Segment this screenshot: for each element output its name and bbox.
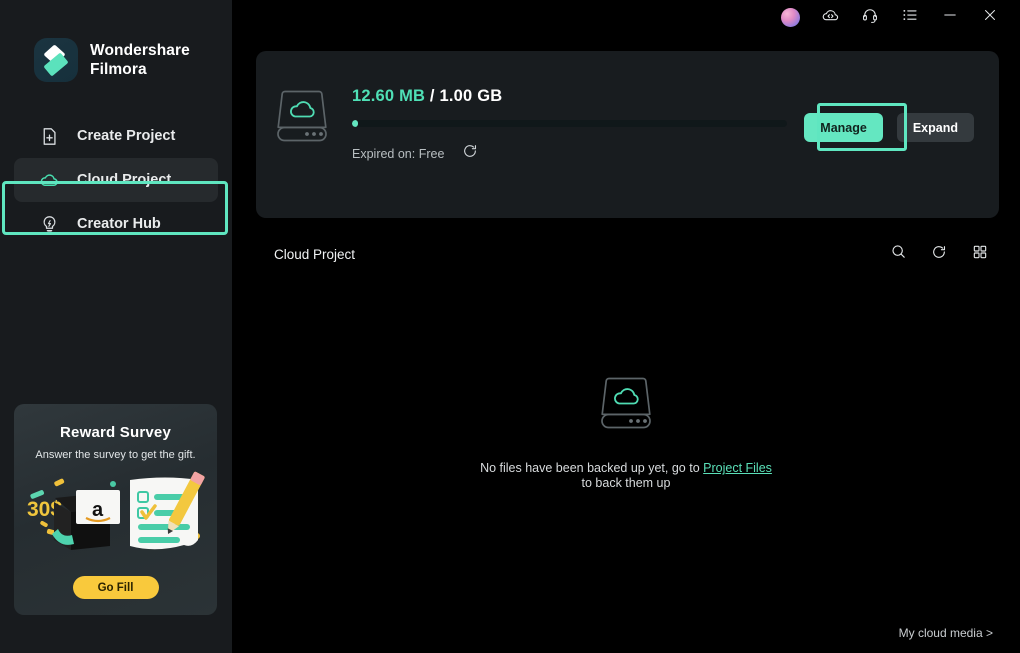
sidebar-item-creator-hub[interactable]: Creator Hub [14, 202, 218, 246]
list-menu-icon [901, 6, 919, 29]
refresh-icon[interactable] [462, 143, 478, 164]
lightbulb-bolt-icon [39, 214, 60, 235]
support-button[interactable] [850, 0, 890, 34]
grid-view-icon [972, 244, 988, 265]
cloud-drive-icon [273, 85, 331, 152]
storage-actions: Manage Expand [804, 113, 974, 142]
user-avatar-button[interactable] [770, 0, 810, 34]
search-icon [890, 243, 907, 265]
promo-subtitle: Answer the survey to get the gift. [35, 449, 196, 461]
storage-card: 12.60 MB / 1.00 GB Expired on: Free Mana… [256, 51, 999, 218]
section-toolbar [888, 244, 990, 264]
storage-amount: 12.60 MB / 1.00 GB [352, 87, 792, 106]
headset-support-icon [861, 6, 879, 29]
sidebar: Wondershare Filmora Create Project Cloud… [0, 0, 232, 653]
storage-progress-fill [352, 120, 358, 127]
my-cloud-media-link[interactable]: My cloud media > [899, 626, 993, 640]
main-content: 12.60 MB / 1.00 GB Expired on: Free Mana… [232, 0, 1020, 653]
storage-separator: / [425, 87, 440, 105]
empty-state: No files have been backed up yet, go to … [232, 372, 1020, 491]
minimize-button[interactable] [930, 0, 970, 34]
section-header: Cloud Project [274, 244, 990, 264]
cloud-download-icon [821, 5, 840, 29]
cloud-icon [39, 170, 60, 191]
cloud-drive-icon [597, 372, 655, 439]
sidebar-item-cloud-project[interactable]: Cloud Project [14, 158, 218, 202]
app-window: Wondershare Filmora Create Project Cloud… [0, 0, 1020, 653]
close-button[interactable] [970, 0, 1010, 34]
refresh-button[interactable] [929, 244, 949, 264]
empty-state-line2: to back them up [581, 476, 671, 490]
cloud-download-button[interactable] [810, 0, 850, 34]
new-document-plus-icon [39, 126, 60, 147]
storage-used-value: 12.60 MB [352, 87, 426, 105]
user-avatar [780, 7, 800, 27]
minimize-icon [941, 6, 959, 29]
gift-card-letter: a [92, 499, 104, 521]
page-title: Cloud Project [274, 246, 356, 262]
storage-total-value: 1.00 GB [439, 87, 503, 105]
menu-button[interactable] [890, 0, 930, 34]
close-icon [981, 6, 999, 29]
empty-state-text: No files have been backed up yet, go to … [480, 461, 772, 491]
sidebar-item-create-project[interactable]: Create Project [14, 114, 218, 158]
search-button[interactable] [888, 244, 908, 264]
project-files-link[interactable]: Project Files [703, 461, 772, 475]
storage-info: 12.60 MB / 1.00 GB Expired on: Free [352, 87, 792, 164]
brand: Wondershare Filmora [0, 0, 232, 82]
reward-survey-card[interactable]: Reward Survey Answer the survey to get t… [14, 404, 217, 615]
titlebar [232, 0, 1020, 34]
go-fill-button[interactable]: Go Fill [72, 576, 159, 599]
expand-button[interactable]: Expand [896, 113, 974, 142]
promo-illustration: 30$ a [14, 464, 217, 560]
storage-expiry-label: Expired on: Free [352, 146, 445, 161]
filmora-logo-icon [34, 38, 78, 82]
sidebar-item-label: Create Project [77, 128, 176, 144]
manage-button[interactable]: Manage [804, 113, 883, 142]
sidebar-item-label: Creator Hub [77, 216, 161, 232]
grid-view-button[interactable] [970, 244, 990, 264]
brand-name: Wondershare Filmora [90, 42, 190, 78]
refresh-icon [931, 244, 947, 265]
storage-progress-bar [352, 120, 787, 127]
empty-state-line1-prefix: No files have been backed up yet, go to [480, 461, 704, 475]
promo-title: Reward Survey [60, 424, 171, 441]
sidebar-item-label: Cloud Project [77, 172, 172, 188]
sidebar-nav: Create Project Cloud Project Creator Hub [0, 114, 232, 246]
storage-meta: Expired on: Free [352, 143, 792, 164]
